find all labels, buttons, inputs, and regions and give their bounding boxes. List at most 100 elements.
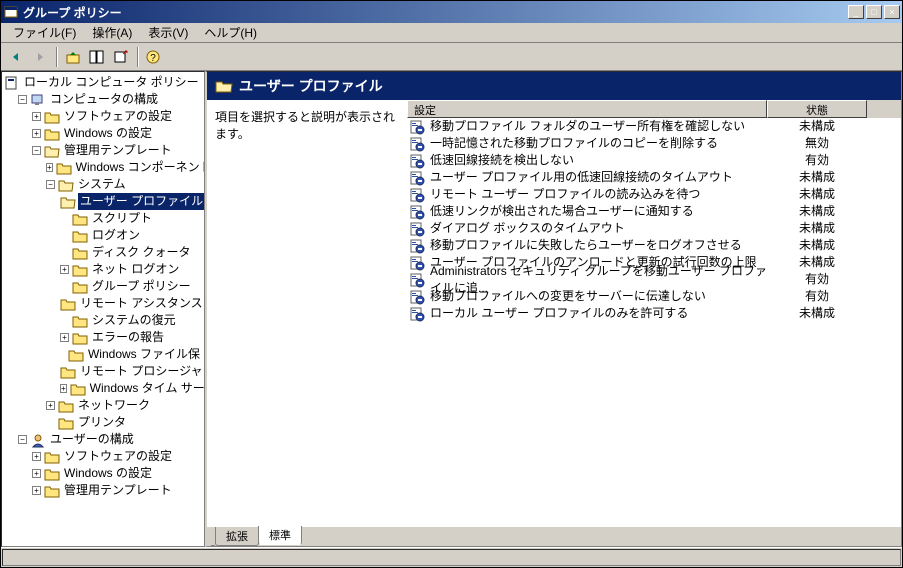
list-item[interactable]: 移動プロファイルへの変更をサーバーに伝達しない 有効 (407, 288, 901, 305)
tree-item[interactable]: グループ ポリシー (60, 278, 202, 295)
tree-item[interactable]: +ソフトウェアの設定 (32, 448, 202, 465)
close-button[interactable]: × (884, 5, 900, 19)
tree-item[interactable]: ディスク クォータ (60, 244, 202, 261)
list-body[interactable]: 移動プロファイル フォルダのユーザー所有権を確認しない未構成一時記憶された移動プ… (407, 118, 901, 526)
policy-setting-icon (409, 187, 425, 203)
list-item[interactable]: 低速回線接続を検出しない有効 (407, 152, 901, 169)
list-item[interactable]: リモート ユーザー プロファイルの読み込みを待つ未構成 (407, 186, 901, 203)
menu-action[interactable]: 操作(A) (84, 22, 140, 43)
tree-item[interactable]: +エラーの報告 (60, 329, 202, 346)
menu-help[interactable]: ヘルプ(H) (196, 22, 265, 43)
setting-state: 有効 (767, 288, 867, 305)
expand-icon[interactable]: + (60, 333, 69, 342)
expand-icon[interactable]: + (46, 163, 53, 172)
folder-icon (60, 296, 76, 312)
tree-item[interactable]: +Windows の設定 (32, 125, 202, 142)
list-item[interactable]: 一時記憶された移動プロファイルのコピーを削除する無効 (407, 135, 901, 152)
tree-computer-config[interactable]: − コンピュータの構成 (18, 91, 202, 108)
content-area: ローカル コンピュータ ポリシー − コンピュータの構成 +ソフトウェアの設定 … (1, 71, 902, 547)
list-item[interactable]: ダイアログ ボックスのタイムアウト 未構成 (407, 220, 901, 237)
tree-user-config[interactable]: − ユーザーの構成 (18, 431, 202, 448)
expand-icon[interactable]: + (32, 112, 41, 121)
expand-icon[interactable]: + (32, 129, 41, 138)
setting-label: 移動プロファイルへの変更をサーバーに伝達しない (430, 288, 706, 305)
tree-item[interactable]: システムの復元 (60, 312, 202, 329)
minimize-button[interactable]: _ (848, 5, 864, 19)
policy-setting-icon (409, 238, 425, 254)
tree-item[interactable]: −管理用テンプレート (32, 142, 202, 159)
folder-icon (68, 347, 84, 363)
tree-item[interactable]: +Windows の設定 (32, 465, 202, 482)
titlebar: グループ ポリシー _ □ × (1, 1, 902, 23)
tree-item[interactable]: +ネットワーク (46, 397, 202, 414)
folder-icon (58, 415, 74, 431)
tree-item-selected[interactable]: ユーザー プロファイル (60, 193, 202, 210)
setting-label: ユーザー プロファイル用の低速回線接続のタイムアウト (430, 169, 733, 186)
column-setting[interactable]: 設定 (407, 100, 767, 118)
setting-state: 未構成 (767, 118, 867, 135)
tree-item[interactable]: +Windows タイム サー (60, 380, 202, 397)
tree-item[interactable]: リモート プロシージャ (60, 363, 202, 380)
setting-state: 未構成 (767, 237, 867, 254)
tree-item[interactable]: ログオン (60, 227, 202, 244)
collapse-icon[interactable]: − (18, 95, 27, 104)
tab-standard[interactable]: 標準 (258, 526, 302, 545)
list-item[interactable]: ユーザー プロファイル用の低速回線接続のタイムアウト未構成 (407, 169, 901, 186)
tree-item[interactable]: −システム (46, 176, 202, 193)
list-item[interactable]: Administrators セキュリティ グループを移動ユーザー プロファイル… (407, 271, 901, 288)
collapse-icon[interactable]: − (18, 435, 27, 444)
app-icon (3, 4, 19, 20)
expand-icon[interactable]: + (46, 401, 55, 410)
tree-label: ローカル コンピュータ ポリシー (22, 74, 201, 91)
tree-item[interactable]: +ネット ログオン (60, 261, 202, 278)
setting-state: 未構成 (767, 220, 867, 237)
tree-root[interactable]: ローカル コンピュータ ポリシー (4, 74, 202, 91)
folder-icon (44, 466, 60, 482)
setting-state: 有効 (767, 152, 867, 169)
tree-item[interactable]: スクリプト (60, 210, 202, 227)
folder-icon (72, 245, 88, 261)
list-item[interactable]: 移動プロファイル フォルダのユーザー所有権を確認しない未構成 (407, 118, 901, 135)
list-item[interactable]: 移動プロファイルに失敗したらユーザーをログオフさせる 未構成 (407, 237, 901, 254)
expand-icon[interactable]: + (60, 265, 69, 274)
collapse-icon[interactable]: − (32, 146, 41, 155)
policy-setting-icon (409, 136, 425, 152)
info-pane: 項目を選択すると説明が表示されます。 (207, 100, 407, 526)
forward-button[interactable] (29, 46, 51, 68)
maximize-button[interactable]: □ (866, 5, 882, 19)
tree-item[interactable]: +管理用テンプレート (32, 482, 202, 499)
expand-icon[interactable]: + (32, 486, 41, 495)
collapse-icon[interactable]: − (46, 180, 55, 189)
back-button[interactable] (5, 46, 27, 68)
app-window: グループ ポリシー _ □ × ファイル(F) 操作(A) 表示(V) ヘルプ(… (0, 0, 903, 568)
export-list-button[interactable] (110, 46, 132, 68)
setting-label: 移動プロファイルに失敗したらユーザーをログオフさせる (430, 237, 742, 254)
list-item[interactable]: ローカル ユーザー プロファイルのみを許可する未構成 (407, 305, 901, 322)
show-hide-tree-button[interactable] (86, 46, 108, 68)
folder-icon (72, 262, 88, 278)
tree-item[interactable]: Windows ファイル保 (60, 346, 202, 363)
list-item[interactable]: 低速リンクが検出された場合ユーザーに通知する未構成 (407, 203, 901, 220)
tree-item[interactable]: リモート アシスタンス (60, 295, 202, 312)
tabs-bar: 拡張 標準 (207, 526, 901, 546)
menu-view[interactable]: 表示(V) (140, 22, 196, 43)
tree-item[interactable]: +Windows コンポーネント (46, 159, 202, 176)
folder-icon (44, 449, 60, 465)
statusbar (1, 547, 902, 567)
computer-icon (30, 92, 46, 108)
folder-open-icon (215, 78, 233, 94)
column-state[interactable]: 状態 (767, 100, 867, 118)
expand-icon[interactable]: + (60, 384, 67, 393)
setting-label: ダイアログ ボックスのタイムアウト (430, 220, 625, 237)
tree-item[interactable]: プリンタ (46, 414, 202, 431)
expand-icon[interactable]: + (32, 452, 41, 461)
expand-icon[interactable]: + (32, 469, 41, 478)
tree-panel[interactable]: ローカル コンピュータ ポリシー − コンピュータの構成 +ソフトウェアの設定 … (1, 71, 205, 547)
up-button[interactable] (62, 46, 84, 68)
tree-item[interactable]: +ソフトウェアの設定 (32, 108, 202, 125)
folder-icon (72, 330, 88, 346)
help-button[interactable]: ? (143, 46, 165, 68)
folder-icon (58, 398, 74, 414)
menu-file[interactable]: ファイル(F) (5, 22, 84, 43)
tab-extended[interactable]: 拡張 (215, 527, 259, 546)
